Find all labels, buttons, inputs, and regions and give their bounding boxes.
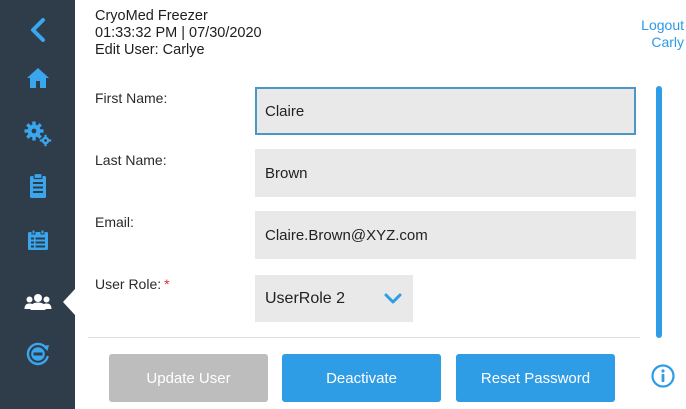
last-name-field[interactable] (255, 149, 636, 197)
email-field[interactable] (255, 211, 636, 259)
sidebar-item-records[interactable] (0, 212, 75, 268)
users-icon (24, 294, 51, 310)
page-header: CryoMed Freezer 01:33:32 PM | 07/30/2020… (95, 8, 262, 59)
required-asterisk: * (164, 276, 170, 292)
first-name-field[interactable] (255, 87, 636, 135)
sidebar-item-home[interactable] (0, 50, 75, 106)
logout-link[interactable]: Logout (641, 17, 684, 34)
scrollbar-thumb[interactable] (656, 86, 662, 338)
username-link[interactable]: Carly (641, 34, 684, 51)
back-button[interactable] (0, 4, 75, 56)
divider (88, 337, 640, 338)
datetime: 01:33:32 PM | 07/30/2020 (95, 25, 262, 41)
sidebar-item-settings[interactable] (0, 106, 75, 162)
user-role-value: UserRole 2 (265, 289, 346, 307)
first-name-label: First Name: (95, 90, 168, 106)
user-role-label-group: User Role: * (95, 276, 170, 292)
user-role-select[interactable]: UserRole 2 (255, 275, 413, 322)
sidebar-item-logs[interactable] (0, 158, 75, 214)
email-label: Email: (95, 214, 134, 230)
info-icon[interactable] (651, 364, 675, 388)
clipboard-icon (29, 173, 46, 198)
app-name: CryoMed Freezer (95, 8, 208, 24)
last-name-label: Last Name: (95, 152, 167, 168)
scrollbar[interactable] (656, 86, 662, 338)
records-icon (27, 229, 48, 250)
reset-password-button[interactable]: Reset Password (456, 354, 615, 402)
gears-icon (24, 121, 51, 147)
sidebar-item-calibration[interactable] (0, 326, 75, 382)
calibration-icon (26, 342, 49, 366)
deactivate-button[interactable]: Deactivate (282, 354, 441, 402)
update-user-button[interactable]: Update User (109, 354, 268, 402)
user-menu: Logout Carly (641, 17, 684, 51)
chevron-down-icon (384, 293, 402, 303)
home-icon (26, 68, 49, 88)
active-indicator (63, 289, 75, 315)
user-role-label: User Role: (95, 276, 162, 292)
page-title: Edit User: Carlye (95, 42, 205, 58)
back-chevron-icon (30, 18, 45, 42)
sidebar (0, 0, 75, 409)
